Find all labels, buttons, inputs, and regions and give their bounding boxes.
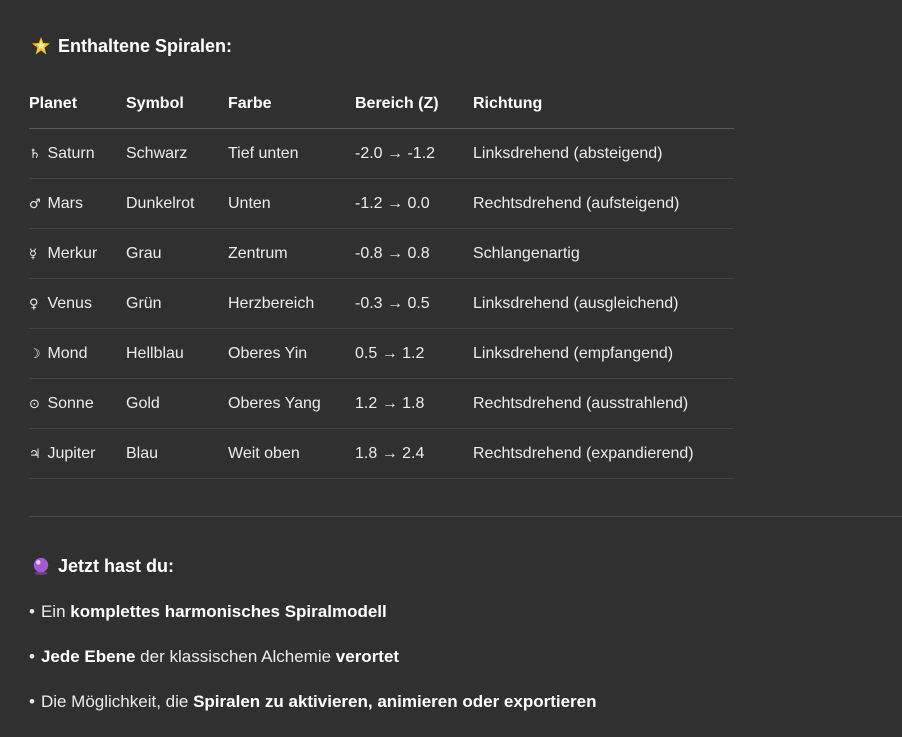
cell-farbe: Oberes Yin xyxy=(228,328,355,379)
cell-farbe: Tief unten xyxy=(228,128,355,179)
spirals-heading: Enthaltene Spiralen: xyxy=(30,36,232,57)
planet-spiral-table: Planet Symbol Farbe Bereich (Z) Richtung… xyxy=(29,80,734,479)
table-header-row: Planet Symbol Farbe Bereich (Z) Richtung xyxy=(29,80,734,129)
list-item: • Die Möglichkeit, die Spiralen zu aktivi… xyxy=(29,691,597,736)
table-row: ♂ Mars Dunkelrot Unten -1.2 → 0.0 Rechtsdreh… xyxy=(29,178,734,229)
column-header-planet: Planet xyxy=(29,80,126,129)
column-header-richtung: Richtung xyxy=(473,80,734,129)
cell-bereich: 1.2 → 1.8 xyxy=(355,378,473,429)
now-heading-text: Jetzt hast du: xyxy=(58,556,175,576)
cell-richtung: Rechtsdrehend (ausstrahlend) xyxy=(473,378,734,429)
capabilities-list: • Ein komplettes harmonisches Spiralmodel… xyxy=(29,601,597,736)
bold-text: komplettes harmonisches Spiralmodell xyxy=(70,602,387,621)
cell-richtung: Schlangenartig xyxy=(473,228,734,279)
bullet-icon: • xyxy=(29,692,35,711)
cell-symbol: Dunkelrot xyxy=(126,178,228,229)
cell-planet: ☽ Mond xyxy=(29,328,126,379)
planet-name: Saturn xyxy=(47,144,95,162)
table-row: ☽ Mond Hellblau Oberes Yin 0.5 → 1.2 Linksdr… xyxy=(29,328,734,379)
column-header-farbe: Farbe xyxy=(228,80,355,129)
cell-symbol: Blau xyxy=(126,428,228,479)
planet-name: Jupiter xyxy=(47,444,96,462)
bullet-icon: • xyxy=(29,602,35,621)
table-row: ⊙ Sonne Gold Oberes Yang 1.2 → 1.8 Rechtsdre… xyxy=(29,378,734,429)
planet-symbol-icon: ♄ xyxy=(29,146,41,162)
planet-symbol-icon: ♃ xyxy=(29,446,41,462)
cell-symbol: Schwarz xyxy=(126,128,228,179)
cell-bereich: -2.0 → -1.2 xyxy=(355,128,473,179)
planet-name: Mars xyxy=(47,194,84,212)
cell-bereich: -0.8 → 0.8 xyxy=(355,228,473,279)
cell-planet: ♂ Mars xyxy=(29,178,126,229)
cell-farbe: Weit oben xyxy=(228,428,355,479)
cell-bereich: -1.2 → 0.0 xyxy=(355,178,473,229)
cell-farbe: Herzbereich xyxy=(228,278,355,329)
cell-symbol: Grün xyxy=(126,278,228,329)
cell-richtung: Rechtsdrehend (expandierend) xyxy=(473,428,734,479)
cell-bereich: 0.5 → 1.2 xyxy=(355,328,473,379)
planet-symbol-icon: ♀ xyxy=(29,296,39,312)
cell-symbol: Hellblau xyxy=(126,328,228,379)
column-header-bereich: Bereich (Z) xyxy=(355,80,473,129)
cell-farbe: Unten xyxy=(228,178,355,229)
planet-symbol-icon: ☽ xyxy=(29,346,41,362)
planet-symbol-icon: ♂ xyxy=(29,196,41,212)
cell-farbe: Oberes Yang xyxy=(228,378,355,429)
table-row: ♃ Jupiter Blau Weit oben 1.8 → 2.4 Rechtsdre… xyxy=(29,428,734,479)
cell-richtung: Linksdrehend (ausgleichend) xyxy=(473,278,734,329)
cell-richtung: Linksdrehend (absteigend) xyxy=(473,128,734,179)
cell-symbol: Gold xyxy=(126,378,228,429)
cell-richtung: Rechtsdrehend (aufsteigend) xyxy=(473,178,734,229)
cell-planet: ☿ Merkur xyxy=(29,228,126,279)
cell-planet: ♀ Venus xyxy=(29,278,126,329)
cell-bereich: 1.8 → 2.4 xyxy=(355,428,473,479)
planet-name: Merkur xyxy=(47,244,98,262)
bullet-icon: • xyxy=(29,647,35,666)
crystal-ball-icon xyxy=(30,556,52,577)
planet-symbol-icon: ⊙ xyxy=(29,396,40,412)
spirals-heading-text: Enthaltene Spiralen: xyxy=(58,36,233,56)
cell-planet: ♃ Jupiter xyxy=(29,428,126,479)
cell-richtung: Linksdrehend (empfangend) xyxy=(473,328,734,379)
list-item: • Ein komplettes harmonisches Spiralmodel… xyxy=(29,601,597,646)
cell-symbol: Grau xyxy=(126,228,228,279)
list-item: • Jede Ebene der klassischen Alchemie ver… xyxy=(29,646,597,691)
bold-text: verortet xyxy=(335,647,400,666)
cell-planet: ⊙ Sonne xyxy=(29,378,126,429)
text-segment: Ein xyxy=(40,602,71,621)
chat-message: Enthaltene Spiralen: Planet Symbol Farbe… xyxy=(0,0,902,737)
now-heading: Jetzt hast du: xyxy=(30,556,174,577)
table-row: ☿ Merkur Grau Zentrum -0.8 → 0.8 Schlangenar… xyxy=(29,228,734,279)
cell-planet: ♄ Saturn xyxy=(29,128,126,179)
section-divider xyxy=(29,516,902,517)
cell-bereich: -0.3 → 0.5 xyxy=(355,278,473,329)
bold-text: Jede Ebene xyxy=(40,647,136,666)
planet-name: Venus xyxy=(47,294,92,312)
text-segment: der klassischen Alchemie xyxy=(135,647,336,666)
planet-name: Sonne xyxy=(47,394,94,412)
bold-text: Spiralen zu aktivieren, animieren oder e… xyxy=(193,692,597,711)
glowing-star-icon xyxy=(30,36,52,57)
table-row: ♄ Saturn Schwarz Tief unten -2.0 → -1.2 Link… xyxy=(29,128,734,179)
text-segment: Die Möglichkeit, die xyxy=(40,692,194,711)
planet-name: Mond xyxy=(47,344,88,362)
planet-symbol-icon: ☿ xyxy=(29,246,37,262)
cell-farbe: Zentrum xyxy=(228,228,355,279)
table-row: ♀ Venus Grün Herzbereich -0.3 → 0.5 Linksdre… xyxy=(29,278,734,329)
column-header-symbol: Symbol xyxy=(126,80,228,129)
